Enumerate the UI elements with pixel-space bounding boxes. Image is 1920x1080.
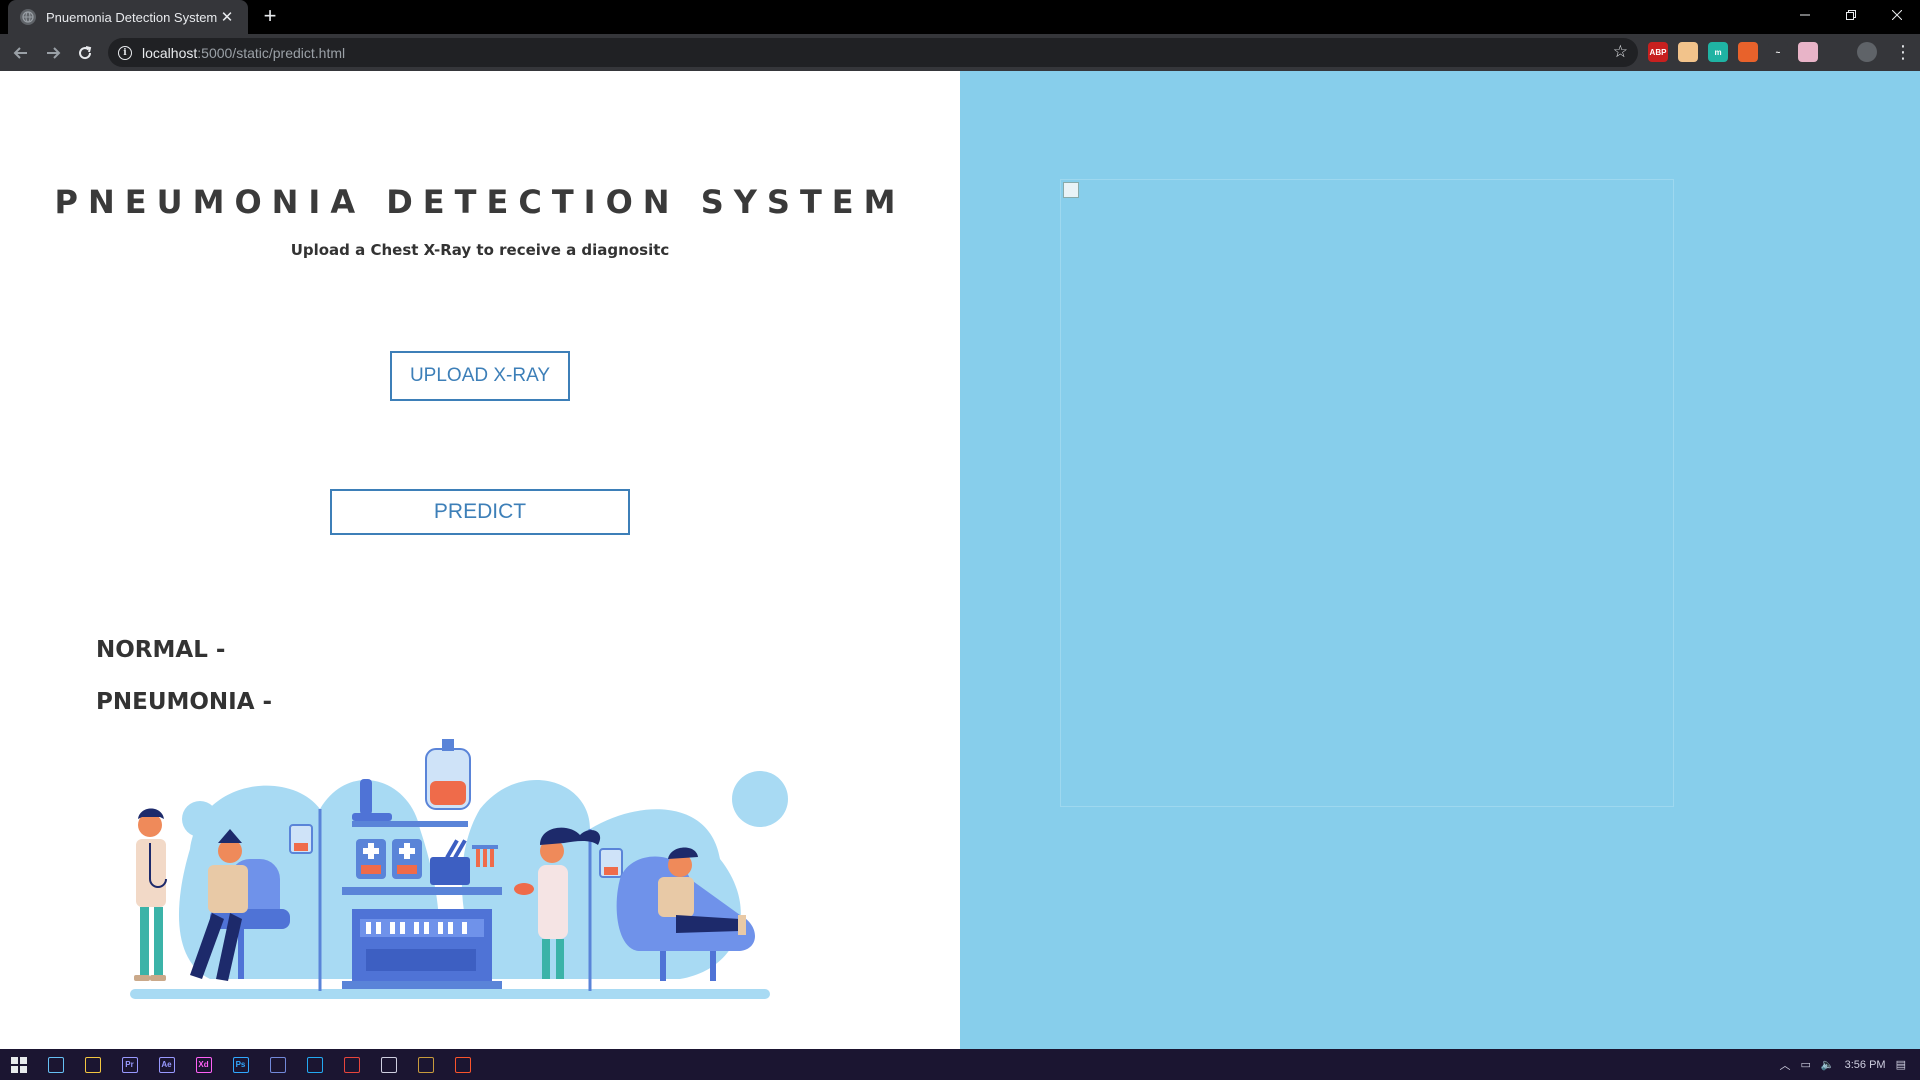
chrome-icon[interactable] [333,1049,370,1080]
photoshop-icon[interactable]: Ps [222,1049,259,1080]
url-path: :5000/static/predict.html [197,44,346,61]
right-panel [960,71,1920,1049]
close-tab-icon[interactable]: ✕ [218,8,236,26]
extension-wave-icon[interactable]: ~ [1768,42,1788,62]
upload-xray-button[interactable]: UPLOAD X-RAY [390,351,570,401]
window-controls [1782,0,1920,30]
browser-toolbar: i localhost :5000/static/predict.html ☆ … [0,34,1920,71]
url-host: localhost [142,44,198,61]
premiere-glyph: Pr [121,1056,138,1073]
epic-icon[interactable] [370,1049,407,1080]
page-title: PNEUMONIA DETECTION SYSTEM [54,183,906,221]
after-effects-icon[interactable]: Ae [148,1049,185,1080]
after-effects-glyph: Ae [158,1056,175,1073]
browser-menu-icon[interactable]: ⋮ [1894,42,1912,62]
volume-icon[interactable]: 🔈 [1821,1058,1835,1071]
globe-icon [20,9,36,25]
os-taskbar: Pr Ae Xd Ps ︿ ▭ 🔈 3:56 PM ▤ [0,1049,1920,1080]
xd-glyph: Xd [195,1056,212,1073]
minimize-icon[interactable] [1782,0,1828,30]
league-glyph [417,1056,434,1073]
extension-m-icon[interactable]: m [1708,42,1728,62]
page-subtitle: Upload a Chest X-Ray to receive a diagno… [290,241,670,259]
chrome-glyph [343,1056,360,1073]
predict-button[interactable]: PREDICT [330,489,630,535]
steam-glyph [47,1056,64,1073]
extension-gift-icon[interactable] [1798,42,1818,62]
vscode-icon[interactable] [296,1049,333,1080]
system-tray: ︿ ▭ 🔈 3:56 PM ▤ [1780,1049,1920,1080]
tab-strip: Pnuemonia Detection System ✕ + [0,0,1920,34]
steam-icon[interactable] [37,1049,74,1080]
profile-avatar-icon[interactable] [1857,42,1877,62]
restore-icon[interactable] [1828,0,1874,30]
extension-egg-icon[interactable] [1678,42,1698,62]
premiere-icon[interactable]: Pr [111,1049,148,1080]
network-icon[interactable]: ▭ [1801,1058,1811,1071]
epic-glyph [380,1056,397,1073]
result-pneumonia-label: PNEUMONIA - [96,689,273,715]
tab-title: Pnuemonia Detection System [46,9,218,25]
discord-icon[interactable] [259,1049,296,1080]
abp-icon[interactable]: ABP [1648,42,1668,62]
clock[interactable]: 3:56 PM [1845,1059,1886,1071]
medical-illustration [130,739,788,999]
brave-glyph [454,1056,471,1073]
browser-tab[interactable]: Pnuemonia Detection System ✕ [8,0,248,34]
xray-preview-image [1060,179,1674,807]
brave-icon[interactable] [444,1049,481,1080]
left-panel: PNEUMONIA DETECTION SYSTEM Upload a Ches… [0,71,960,1049]
tray-chevron-icon[interactable]: ︿ [1780,1057,1791,1073]
back-icon[interactable] [8,40,34,66]
address-bar[interactable]: i localhost :5000/static/predict.html ☆ [108,38,1638,67]
reload-icon[interactable] [72,40,98,66]
page-viewport: PNEUMONIA DETECTION SYSTEM Upload a Ches… [0,71,1920,1049]
file-explorer-icon[interactable] [74,1049,111,1080]
discord-glyph [269,1056,286,1073]
broken-image-icon [1063,182,1079,198]
new-tab-button[interactable]: + [258,5,282,29]
forward-icon[interactable] [40,40,66,66]
notifications-icon[interactable]: ▤ [1896,1058,1906,1071]
photoshop-glyph: Ps [232,1056,249,1073]
result-normal-label: NORMAL - [96,637,226,663]
close-window-icon[interactable] [1874,0,1920,30]
extension-flag-icon[interactable] [1738,42,1758,62]
xd-icon[interactable]: Xd [185,1049,222,1080]
site-info-icon[interactable]: i [118,45,132,60]
extensions-bar: ABP m ~ [1648,42,1818,62]
windows-start-icon[interactable] [0,1049,37,1080]
bookmark-star-icon[interactable]: ☆ [1613,42,1628,62]
file-explorer-glyph [84,1056,101,1073]
taskbar-apps: Pr Ae Xd Ps [37,1049,481,1080]
vscode-glyph [306,1056,323,1073]
league-icon[interactable] [407,1049,444,1080]
